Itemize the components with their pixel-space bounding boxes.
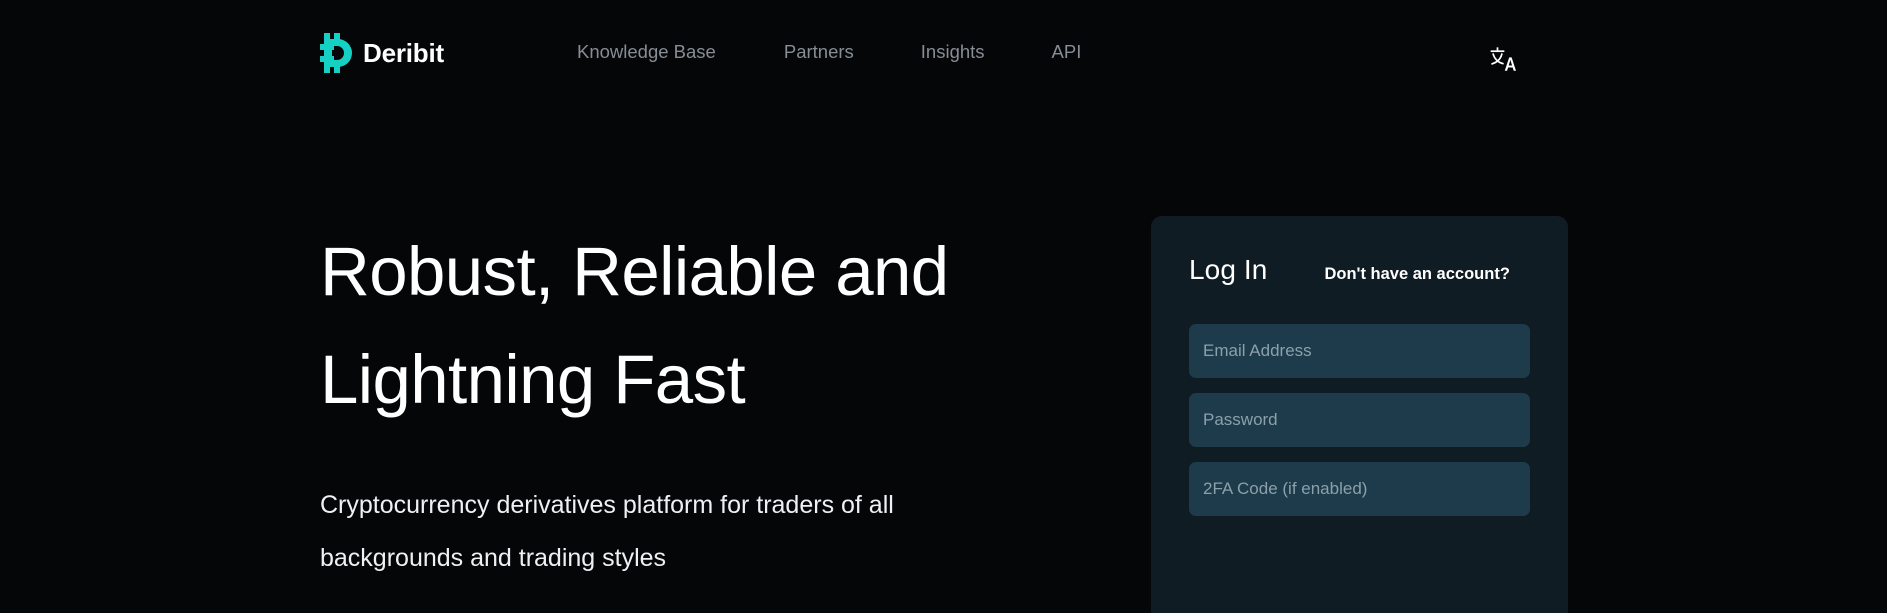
nav-item-api[interactable]: API (1052, 43, 1082, 62)
main-nav: Knowledge Base Partners Insights API (577, 0, 1081, 105)
login-form (1189, 324, 1530, 516)
brand-name: Deribit (363, 38, 444, 68)
hero-section: Robust, Reliable and Lightning Fast Cryp… (320, 218, 1080, 585)
hero-subtitle: Cryptocurrency derivatives platform for … (320, 491, 894, 572)
hero-title-line-1: Robust, Reliable and (320, 233, 949, 310)
password-field[interactable] (1189, 393, 1530, 447)
hero-title: Robust, Reliable and Lightning Fast (320, 218, 1080, 434)
page-root: Deribit Knowledge Base Partners Insights… (0, 0, 1887, 613)
login-card-header: Log In Don't have an account? (1189, 248, 1530, 302)
language-selector-button[interactable] (1487, 44, 1521, 76)
deribit-bitcoin-logo-icon (320, 33, 352, 73)
login-card: Log In Don't have an account? (1151, 216, 1568, 613)
translate-language-icon (1490, 47, 1516, 71)
nav-item-insights[interactable]: Insights (921, 43, 985, 62)
email-field[interactable] (1189, 324, 1530, 378)
signup-link[interactable]: Don't have an account? (1324, 266, 1509, 283)
twofa-code-field[interactable] (1189, 462, 1530, 516)
nav-item-knowledge-base[interactable]: Knowledge Base (577, 43, 716, 62)
brand-logo-link[interactable]: Deribit (320, 33, 444, 73)
hero-title-line-2: Lightning Fast (320, 341, 746, 418)
site-header: Deribit Knowledge Base Partners Insights… (0, 0, 1887, 105)
nav-item-partners[interactable]: Partners (784, 43, 854, 62)
login-title: Log In (1189, 254, 1268, 285)
